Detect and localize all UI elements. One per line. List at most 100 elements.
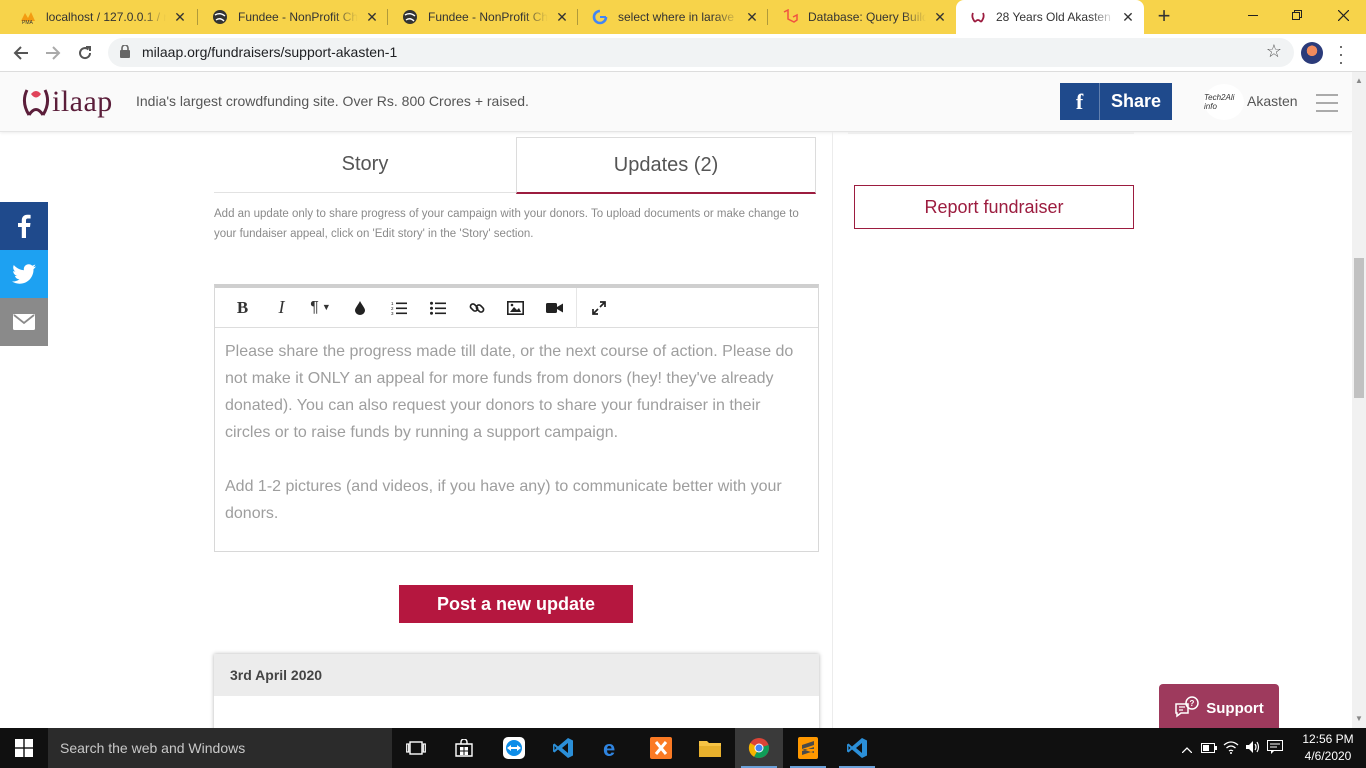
close-icon[interactable]: ✕ xyxy=(554,9,570,26)
back-button[interactable] xyxy=(8,40,34,66)
address-bar[interactable]: milaap.org/fundraisers/support-akasten-1… xyxy=(108,38,1294,67)
browser-tab-active[interactable]: 28 Years Old Akasten N ✕ xyxy=(956,0,1144,34)
email-icon xyxy=(13,314,35,330)
color-button[interactable] xyxy=(340,288,379,328)
site-header: ilaap India's largest crowdfunding site.… xyxy=(0,72,1352,132)
scroll-up-arrow-icon[interactable]: ▲ xyxy=(1355,76,1363,85)
vscode-app[interactable] xyxy=(539,728,587,768)
input-indicator-icon[interactable] xyxy=(1264,739,1286,757)
bold-button[interactable]: B xyxy=(223,288,262,328)
scrollbar-thumb[interactable] xyxy=(1354,258,1364,398)
facebook-share-button[interactable]: f Share xyxy=(1060,83,1172,120)
task-view-icon xyxy=(406,741,426,755)
email-share-rail[interactable] xyxy=(0,298,48,346)
story-updates-tabs: Story Updates (2) xyxy=(214,137,816,194)
close-icon[interactable]: ✕ xyxy=(932,9,948,26)
restore-button[interactable] xyxy=(1274,0,1320,30)
chevron-up-icon[interactable] xyxy=(1176,741,1198,756)
new-tab-button[interactable]: + xyxy=(1152,5,1176,29)
editor-textarea[interactable]: Please share the progress made till date… xyxy=(215,328,818,564)
browser-tab[interactable]: PMA localhost / 127.0.0.1 / n ✕ xyxy=(6,0,196,34)
tab-title: 28 Years Old Akasten N xyxy=(996,10,1114,24)
wifi-icon[interactable] xyxy=(1220,740,1242,757)
task-view-button[interactable] xyxy=(392,728,440,768)
battery-icon[interactable] xyxy=(1198,741,1220,756)
edge-app[interactable]: e xyxy=(588,728,636,768)
taskbar-search-box[interactable]: Search the web and Windows xyxy=(48,728,392,768)
tab-story[interactable]: Story xyxy=(214,137,516,193)
ordered-list-button[interactable]: 123 xyxy=(379,288,418,328)
laravel-icon xyxy=(782,9,798,25)
close-icon[interactable]: ✕ xyxy=(1120,9,1136,26)
close-window-button[interactable] xyxy=(1320,0,1366,30)
windows-logo-icon xyxy=(15,739,33,757)
milaap-icon xyxy=(970,9,986,25)
vscode-app-2[interactable] xyxy=(833,728,881,768)
italic-button[interactable]: I xyxy=(262,288,301,328)
browser-menu-icon[interactable]: · · · xyxy=(1336,37,1346,71)
image-icon xyxy=(507,300,524,315)
minimize-button[interactable] xyxy=(1230,0,1276,30)
twitter-share-rail[interactable] xyxy=(0,250,48,298)
forward-button[interactable] xyxy=(40,40,66,66)
file-explorer-app[interactable] xyxy=(686,728,734,768)
video-camera-icon xyxy=(546,302,563,313)
unordered-list-button[interactable] xyxy=(418,288,457,328)
teamviewer-app[interactable] xyxy=(490,728,538,768)
clock-date: 4/6/2020 xyxy=(1304,749,1352,763)
column-divider xyxy=(832,132,833,728)
user-name[interactable]: Akasten xyxy=(1247,93,1298,109)
insert-video-button[interactable] xyxy=(535,288,574,328)
insert-link-button[interactable] xyxy=(457,288,496,328)
link-icon xyxy=(469,302,484,313)
close-icon[interactable]: ✕ xyxy=(744,9,760,26)
xampp-icon xyxy=(650,737,672,759)
user-avatar[interactable]: Tech2Ali info xyxy=(1204,84,1244,120)
globe-icon xyxy=(212,9,228,25)
tab-updates[interactable]: Updates (2) xyxy=(516,137,816,194)
twitter-icon xyxy=(12,264,36,284)
italic-icon: I xyxy=(278,297,285,317)
taskbar-clock[interactable]: 12:56 PM 4/6/2020 xyxy=(1296,731,1360,765)
update-editor: B I ¶ ▼ 123 Please share the progress ma… xyxy=(214,284,819,552)
facebook-share-rail[interactable] xyxy=(0,202,48,250)
start-button[interactable] xyxy=(0,728,48,768)
fullscreen-button[interactable] xyxy=(579,288,618,328)
support-button[interactable]: ? Support xyxy=(1159,684,1279,728)
insert-image-button[interactable] xyxy=(496,288,535,328)
paragraph-format-button[interactable]: ¶ ▼ xyxy=(301,288,340,328)
volume-icon[interactable] xyxy=(1242,740,1264,757)
support-chat-icon: ? xyxy=(1175,696,1199,718)
browser-tab[interactable]: Fundee - NonProfit Cha ✕ xyxy=(198,0,388,34)
unordered-list-icon xyxy=(429,301,446,315)
browser-tab[interactable]: Database: Query Builde ✕ xyxy=(768,0,956,34)
browser-tab[interactable]: select where in larave - ✕ xyxy=(578,0,768,34)
ordered-list-icon: 123 xyxy=(391,301,407,315)
bookmark-star-icon[interactable]: ☆ xyxy=(1266,41,1282,62)
hamburger-menu-icon[interactable] xyxy=(1316,94,1338,118)
lock-icon xyxy=(120,44,130,63)
store-app[interactable] xyxy=(440,728,488,768)
xampp-app[interactable] xyxy=(637,728,685,768)
close-icon[interactable]: ✕ xyxy=(364,9,380,26)
close-icon[interactable]: ✕ xyxy=(172,9,188,26)
support-label: Support xyxy=(1206,699,1264,717)
bold-icon: B xyxy=(236,297,249,317)
editor-placeholder-paragraph-2: Add 1-2 pictures (and videos, if you hav… xyxy=(225,478,782,522)
profile-avatar[interactable] xyxy=(1301,42,1323,64)
page-viewport: ilaap India's largest crowdfunding site.… xyxy=(0,72,1352,728)
milaap-logo[interactable]: ilaap xyxy=(20,82,113,122)
chrome-app[interactable] xyxy=(735,728,783,768)
scroll-down-arrow-icon[interactable]: ▼ xyxy=(1355,714,1363,723)
sublime-app[interactable] xyxy=(784,728,832,768)
svg-text:PMA: PMA xyxy=(22,20,34,25)
page-scrollbar[interactable]: ▲ ▼ xyxy=(1352,72,1366,728)
post-new-update-button[interactable]: Post a new update xyxy=(399,585,633,623)
vscode-icon xyxy=(847,738,867,758)
globe-icon xyxy=(402,9,418,25)
milaap-logo-mark-icon xyxy=(22,89,50,116)
report-fundraiser-button[interactable]: Report fundraiser xyxy=(854,185,1134,229)
svg-text:?: ? xyxy=(1190,699,1195,708)
reload-button[interactable] xyxy=(72,40,98,66)
browser-tab[interactable]: Fundee - NonProfit Cha ✕ xyxy=(388,0,578,34)
